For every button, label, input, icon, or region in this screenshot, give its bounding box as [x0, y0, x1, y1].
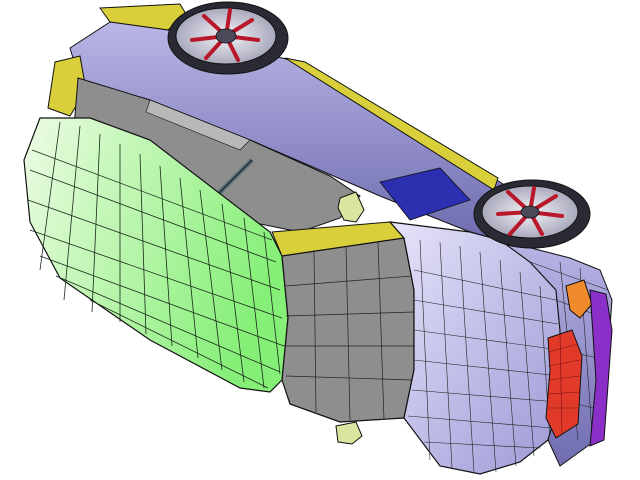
wheel-upper — [167, 1, 289, 75]
tail-light — [545, 329, 583, 439]
wheel-lower — [473, 179, 591, 249]
3d-viewport[interactable] — [0, 0, 640, 480]
car-mesh-render — [23, 1, 613, 475]
side-mirror-lower — [335, 421, 363, 445]
